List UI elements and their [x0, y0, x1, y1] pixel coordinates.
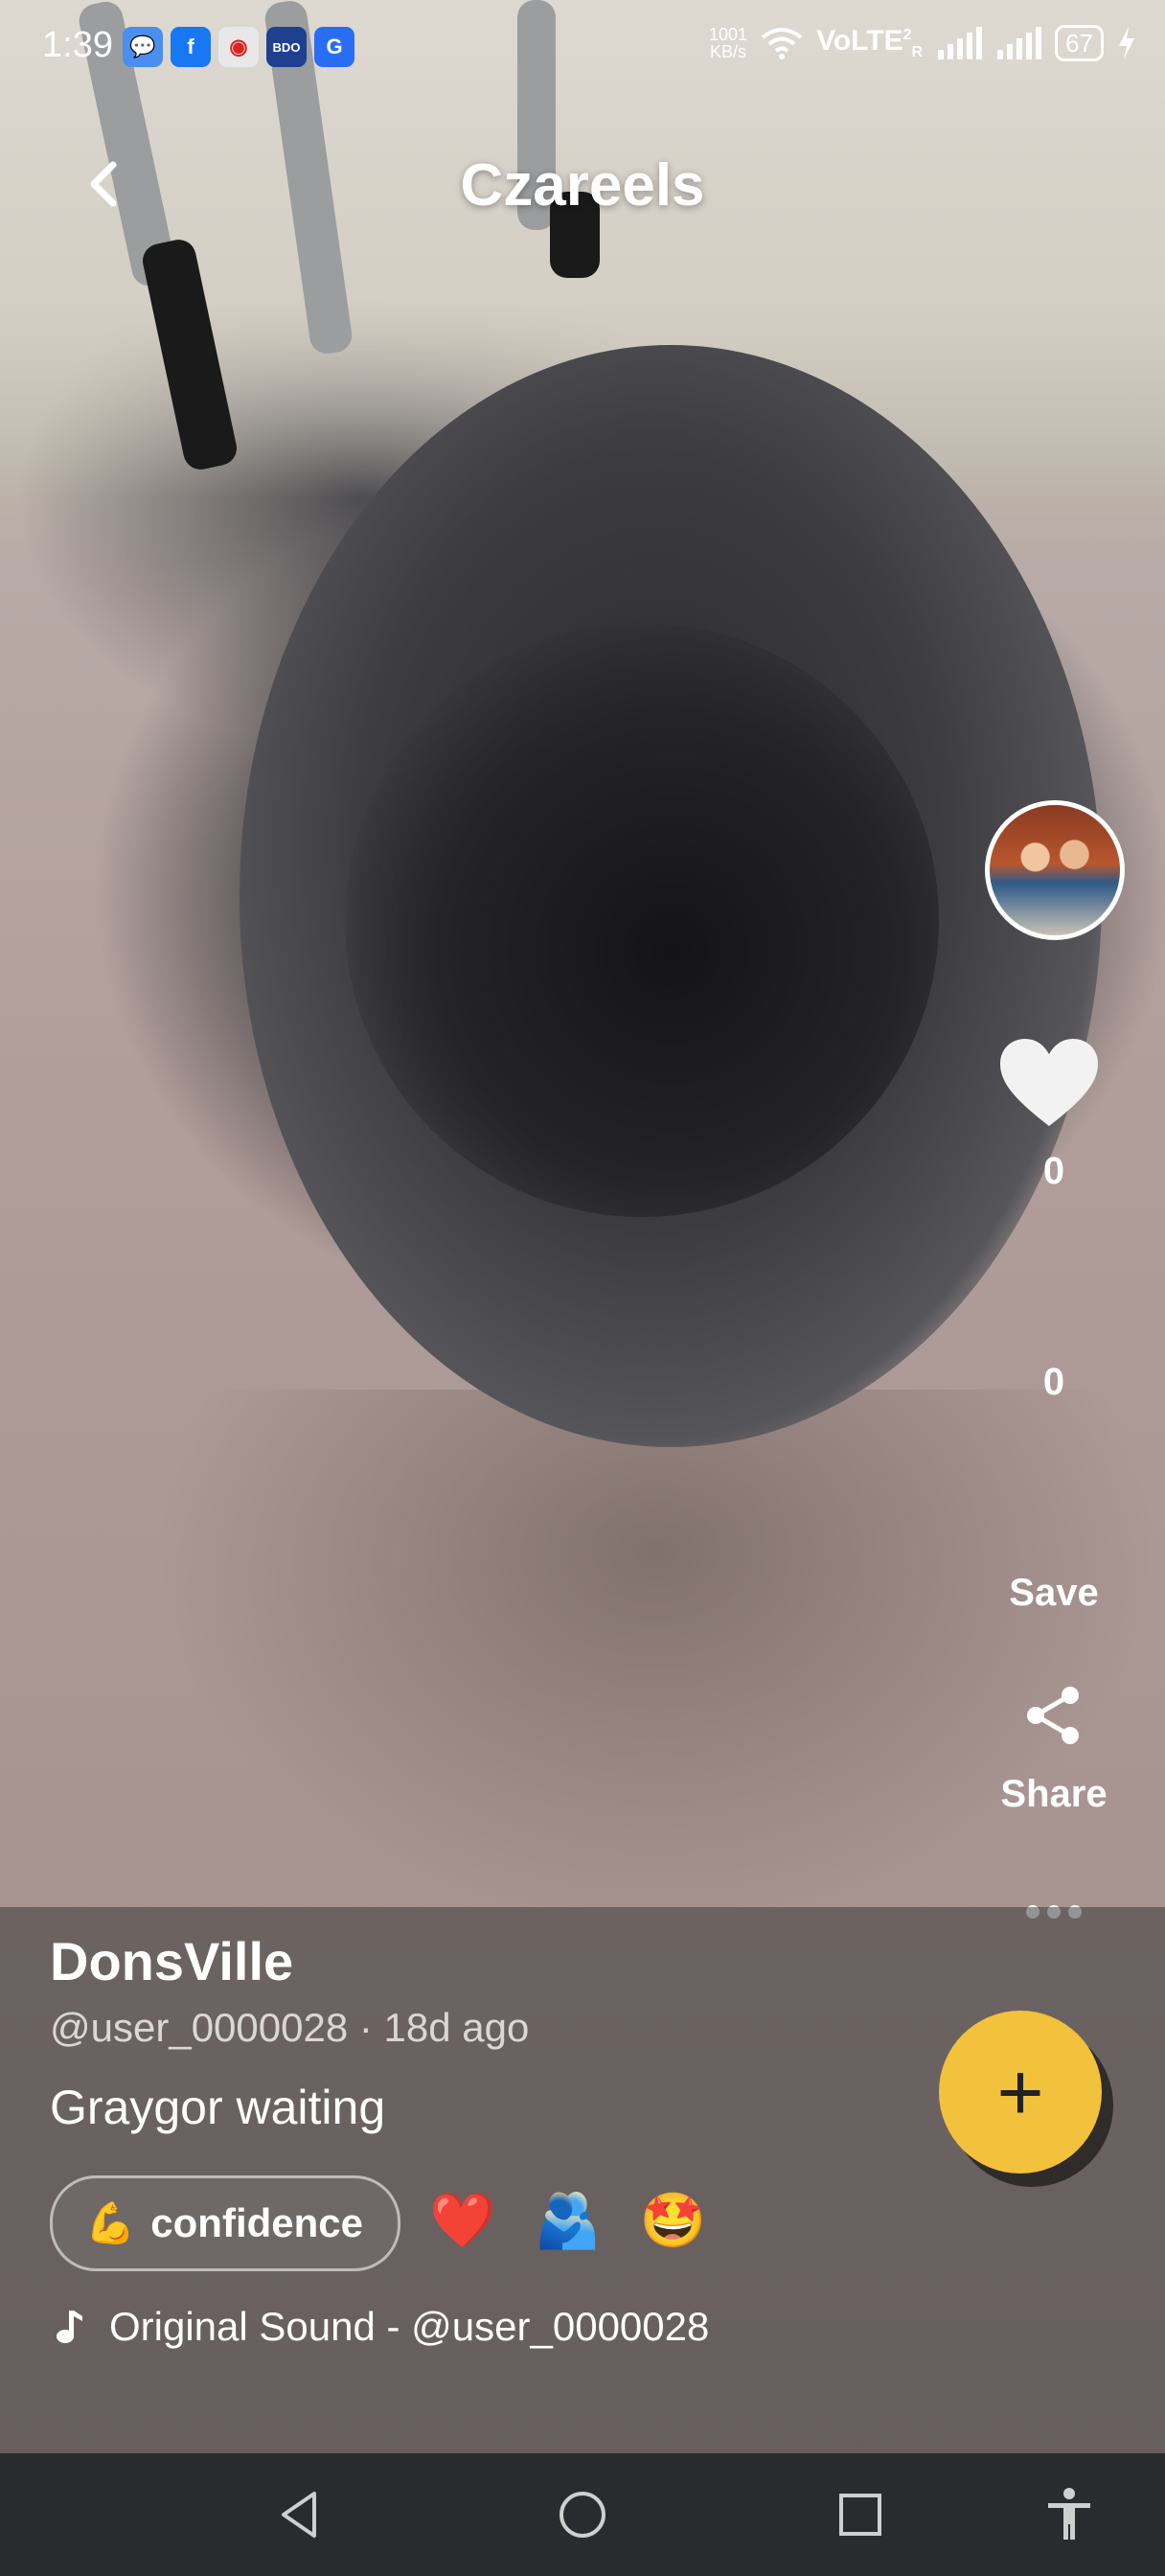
like-count: 0	[1042, 1150, 1065, 1192]
network-speed: 1001 KB/s	[709, 26, 747, 60]
battery-indicator: 67	[1055, 25, 1104, 61]
signal-icon	[938, 27, 983, 59]
create-post-button[interactable]: +	[939, 2011, 1102, 2174]
nav-back-icon[interactable]	[270, 2484, 331, 2545]
volte-sup: 2	[902, 27, 912, 43]
post-handle[interactable]: @user_0000028	[50, 2005, 348, 2050]
volte-text: VoLTE	[816, 25, 903, 57]
reaction-list: ❤️ 🫂 🤩	[429, 2175, 706, 2266]
hug-reaction-icon[interactable]: 🫂	[535, 2189, 602, 2252]
share-button[interactable]: Share	[977, 1773, 1131, 1816]
header: Czareels	[0, 134, 1165, 240]
charging-icon	[1119, 27, 1134, 59]
facebook-icon: f	[171, 27, 211, 67]
creator-avatar[interactable]	[985, 800, 1125, 940]
music-note-icon	[57, 2311, 82, 2343]
cat-head	[345, 623, 939, 1217]
wifi-icon	[761, 28, 803, 59]
post-caption: Graygor waiting	[50, 2081, 386, 2134]
status-indicators: 1001 KB/s VoLTE2R 67	[709, 25, 1136, 61]
star-struck-reaction-icon[interactable]: 🤩	[639, 2189, 706, 2252]
volte-sub: R	[911, 44, 924, 60]
mood-tag-pill[interactable]: 💪 confidence	[50, 2175, 401, 2271]
heart-reaction-icon[interactable]: ❤️	[429, 2189, 496, 2252]
messages-icon: 💬	[123, 27, 163, 67]
bdo-icon: BDO	[266, 27, 307, 67]
separator-dot: ·	[358, 2005, 384, 2050]
gcash-blue-icon: G	[314, 27, 354, 67]
accessibility-icon[interactable]	[1039, 2484, 1100, 2545]
status-bar: 1:39 💬 f ◉ BDO G 1001 KB/s VoLTE2R 67	[0, 0, 1165, 96]
system-navbar	[0, 2453, 1165, 2576]
flexed-biceps-icon: 💪	[85, 2199, 136, 2245]
page-title: Czareels	[460, 152, 705, 218]
volte-indicator: VoLTE2R	[816, 25, 923, 61]
signal-icon-2	[997, 27, 1042, 59]
nav-recents-icon[interactable]	[830, 2484, 891, 2545]
network-speed-unit: KB/s	[710, 42, 747, 61]
nav-home-icon[interactable]	[552, 2484, 613, 2545]
save-button[interactable]: Save	[977, 1572, 1131, 1615]
post-info-panel: DonsVille @user_0000028 · 18d ago Graygo…	[0, 1907, 1165, 2453]
like-button[interactable]	[996, 1035, 1102, 1131]
cat-shadow	[153, 1390, 1159, 1926]
sound-line[interactable]: Original Sound - @user_0000028	[56, 2304, 709, 2350]
post-handle-line: @user_0000028 · 18d ago	[50, 2005, 529, 2051]
notification-icons: 💬 f ◉ BDO G	[123, 27, 354, 67]
sound-title: Original Sound - @user_0000028	[109, 2304, 710, 2349]
plus-icon: +	[996, 2047, 1044, 2137]
reel-screen: 1:39 💬 f ◉ BDO G 1001 KB/s VoLTE2R 67 Cz…	[0, 0, 1165, 2576]
comment-count: 0	[1042, 1361, 1065, 1403]
gcash-icon: ◉	[218, 27, 259, 67]
post-username[interactable]: DonsVille	[50, 1930, 293, 1992]
post-time: 18d ago	[383, 2005, 530, 2050]
status-time: 1:39	[42, 25, 113, 65]
share-icon[interactable]	[1020, 1682, 1087, 1749]
network-speed-value: 1001	[709, 25, 748, 44]
mood-tag-label: confidence	[150, 2200, 364, 2245]
